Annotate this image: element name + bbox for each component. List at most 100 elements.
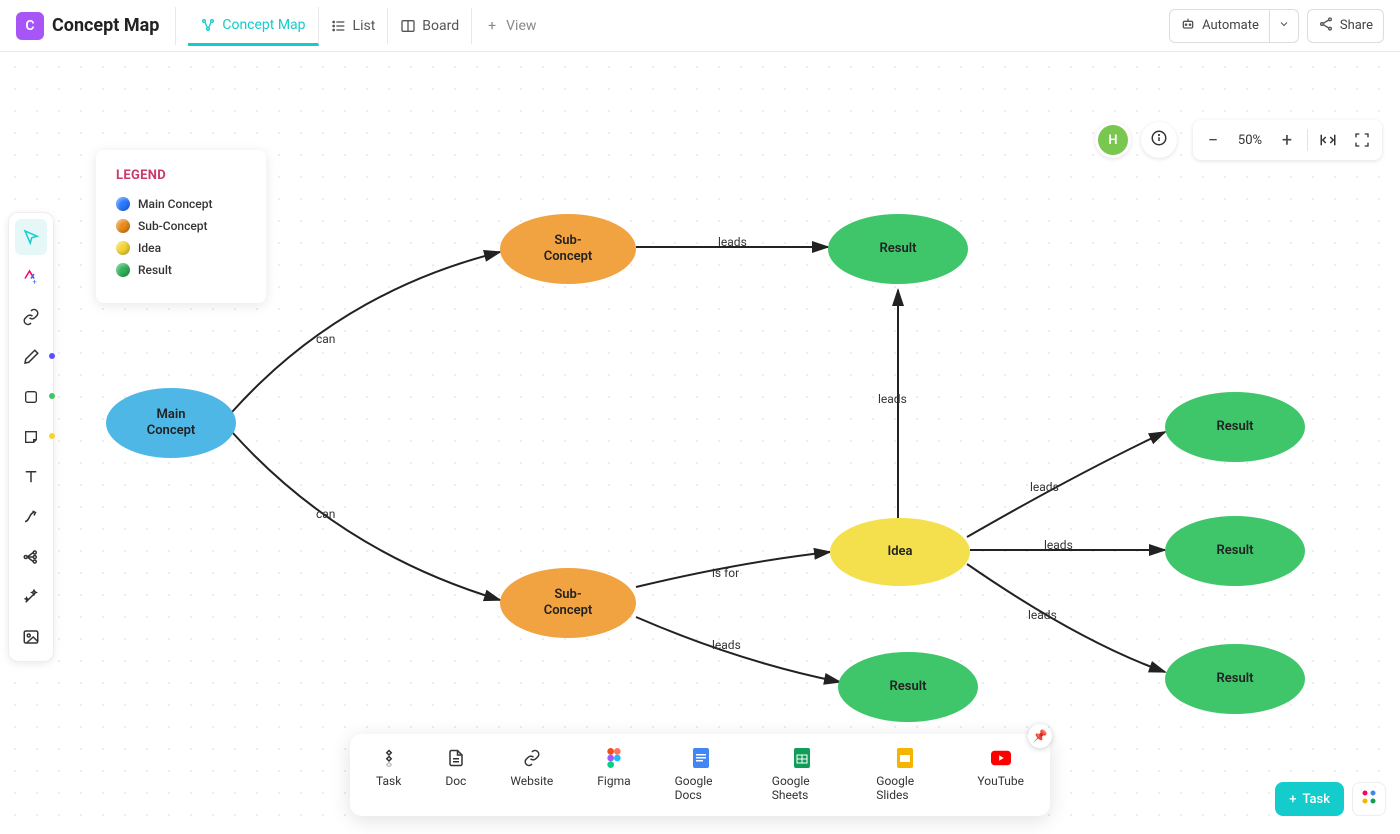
tool-ai[interactable]: + bbox=[15, 259, 47, 295]
tool-magic[interactable] bbox=[15, 579, 47, 615]
zoom-in-button[interactable]: + bbox=[1271, 126, 1303, 154]
node-sub-concept[interactable]: Sub-Concept bbox=[500, 568, 636, 638]
fit-width-button[interactable] bbox=[1312, 126, 1344, 154]
node-label: Sub-Concept bbox=[544, 587, 593, 618]
share-label: Share bbox=[1340, 18, 1373, 33]
dock-website[interactable]: Website bbox=[488, 744, 575, 806]
dock-gdocs[interactable]: Google Docs bbox=[653, 744, 750, 806]
dock-label: Website bbox=[510, 774, 553, 788]
edge-label: leads bbox=[878, 392, 907, 406]
dock-youtube[interactable]: YouTube bbox=[955, 744, 1046, 806]
legend-panel[interactable]: LEGEND Main Concept Sub-Concept Idea Res… bbox=[96, 150, 266, 303]
tool-link[interactable] bbox=[15, 299, 47, 335]
node-result[interactable]: Result bbox=[828, 214, 968, 284]
apps-button[interactable] bbox=[1352, 782, 1386, 816]
node-sub-concept[interactable]: Sub-Concept bbox=[500, 214, 636, 284]
node-result[interactable]: Result bbox=[838, 652, 978, 722]
dock-label: Google Docs bbox=[675, 774, 728, 802]
legend-item: Idea bbox=[116, 241, 246, 255]
tab-label: View bbox=[506, 18, 536, 34]
node-result[interactable]: Result bbox=[1165, 516, 1305, 586]
plus-icon: + bbox=[484, 18, 500, 34]
zoom-out-button[interactable]: − bbox=[1197, 126, 1229, 154]
apps-icon bbox=[1361, 789, 1377, 809]
view-tabs: Concept Map List Board + View bbox=[175, 7, 548, 45]
list-icon bbox=[331, 18, 347, 34]
dock-label: Doc bbox=[445, 774, 466, 788]
tool-text[interactable] bbox=[15, 459, 47, 495]
dock-label: YouTube bbox=[977, 774, 1024, 788]
tool-shape[interactable] bbox=[15, 379, 47, 415]
info-button[interactable] bbox=[1141, 122, 1177, 158]
legend-item: Main Concept bbox=[116, 197, 246, 211]
robot-icon bbox=[1180, 16, 1196, 36]
tab-concept-map[interactable]: Concept Map bbox=[188, 7, 318, 46]
node-main-concept[interactable]: MainConcept bbox=[106, 388, 236, 458]
tab-label: List bbox=[353, 18, 376, 34]
dock-label: Google Sheets bbox=[772, 774, 832, 802]
pin-icon: 📌 bbox=[1033, 729, 1048, 743]
tool-sticky[interactable] bbox=[15, 419, 47, 455]
tool-pen[interactable] bbox=[15, 339, 47, 375]
node-idea[interactable]: Idea bbox=[830, 518, 970, 586]
legend-label: Main Concept bbox=[138, 197, 212, 211]
tool-mindmap[interactable] bbox=[15, 539, 47, 575]
app-title: Concept Map bbox=[52, 15, 159, 36]
legend-swatch bbox=[116, 241, 130, 255]
edge-label: can bbox=[316, 332, 335, 346]
dock-figma[interactable]: Figma bbox=[575, 744, 652, 806]
node-result[interactable]: Result bbox=[1165, 392, 1305, 462]
node-label: Result bbox=[880, 241, 917, 257]
gslides-icon bbox=[895, 748, 915, 768]
new-task-button[interactable]: + Task bbox=[1275, 782, 1344, 816]
dock-doc[interactable]: Doc bbox=[423, 744, 488, 806]
left-toolbar: + bbox=[8, 212, 54, 662]
share-button[interactable]: Share bbox=[1307, 9, 1384, 43]
legend-swatch bbox=[116, 197, 130, 211]
tool-select[interactable] bbox=[15, 219, 47, 255]
map-icon bbox=[200, 17, 216, 33]
app-icon: C bbox=[16, 12, 44, 40]
legend-label: Result bbox=[138, 263, 172, 277]
tab-board[interactable]: Board bbox=[388, 8, 472, 44]
legend-item: Sub-Concept bbox=[116, 219, 246, 233]
canvas-controls: H − 50% + bbox=[1095, 120, 1382, 160]
dock-gsheets[interactable]: Google Sheets bbox=[750, 744, 854, 806]
tool-connector[interactable] bbox=[15, 499, 47, 535]
node-label: Idea bbox=[887, 544, 912, 560]
node-label: Result bbox=[1217, 671, 1254, 687]
fullscreen-button[interactable] bbox=[1346, 126, 1378, 154]
legend-label: Sub-Concept bbox=[138, 219, 208, 233]
automate-button[interactable]: Automate bbox=[1169, 9, 1270, 43]
add-view-button[interactable]: + View bbox=[472, 8, 548, 44]
legend-title: LEGEND bbox=[116, 168, 246, 183]
zoom-level: 50% bbox=[1231, 133, 1269, 148]
topbar: C Concept Map Concept Map List Board + V… bbox=[0, 0, 1400, 52]
avatar-wrap[interactable]: H bbox=[1095, 122, 1131, 158]
tab-list[interactable]: List bbox=[319, 8, 389, 44]
automate-label: Automate bbox=[1202, 18, 1259, 33]
doc-icon bbox=[446, 748, 466, 768]
legend-swatch bbox=[116, 263, 130, 277]
legend-item: Result bbox=[116, 263, 246, 277]
node-result[interactable]: Result bbox=[1165, 644, 1305, 714]
task-icon bbox=[379, 748, 399, 768]
dock-task[interactable]: Task bbox=[354, 744, 423, 806]
tab-label: Board bbox=[422, 18, 459, 34]
pin-button[interactable]: 📌 bbox=[1028, 724, 1052, 748]
edge-label: leads bbox=[1028, 608, 1057, 622]
node-label: Sub-Concept bbox=[544, 233, 593, 264]
node-label: MainConcept bbox=[147, 407, 196, 438]
gdocs-icon bbox=[691, 748, 711, 768]
edge-label: leads bbox=[1044, 538, 1073, 552]
dock-label: Figma bbox=[597, 774, 630, 788]
chevron-down-icon bbox=[1278, 18, 1290, 34]
dock-gslides[interactable]: Google Slides bbox=[854, 744, 955, 806]
canvas[interactable]: H − 50% + + LEGEND Main Concept Sub-Conc… bbox=[0, 52, 1400, 834]
tool-image[interactable] bbox=[15, 619, 47, 655]
node-label: Result bbox=[1217, 419, 1254, 435]
edge-label: leads bbox=[1030, 480, 1059, 494]
legend-swatch bbox=[116, 219, 130, 233]
automate-dropdown[interactable] bbox=[1270, 9, 1299, 43]
share-icon bbox=[1318, 16, 1334, 36]
